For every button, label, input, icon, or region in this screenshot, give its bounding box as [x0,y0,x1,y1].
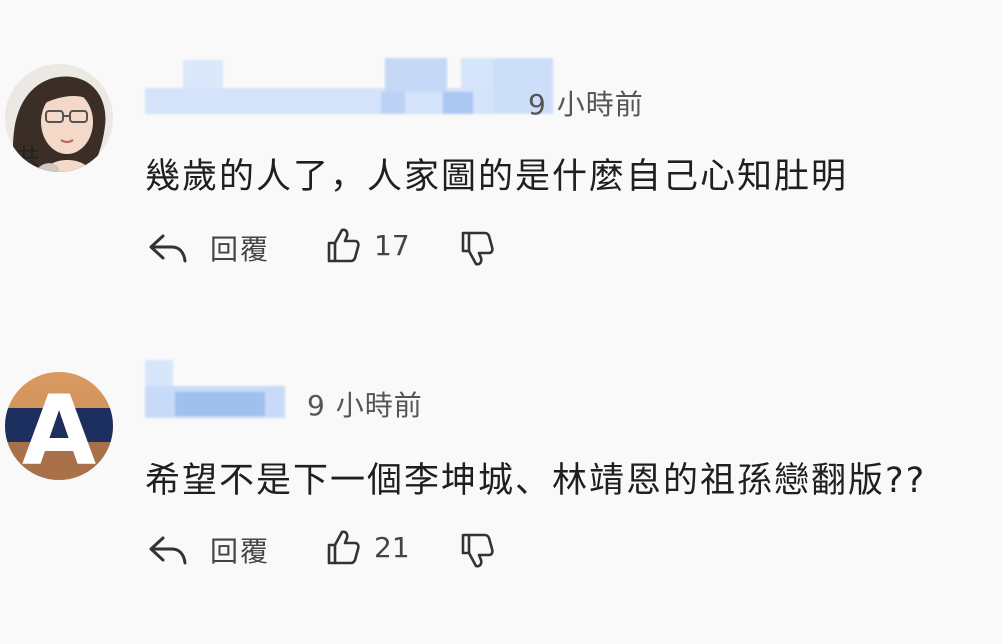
dislike-button[interactable] [460,532,494,570]
comment-timestamp: 9 小時前 [307,389,423,422]
reply-label: 回覆 [210,535,271,568]
thumbs-up-icon [327,228,360,263]
like-count: 21 [374,530,410,564]
svg-text:共: 共 [17,145,39,170]
avatar[interactable]: A [5,372,113,480]
comment-item: 共 9 小時前 幾歲的人了，人家圖的是什麼自己心知肚明 回覆 17 [0,0,1002,320]
username-redacted [145,360,295,418]
comment-text: 幾歲的人了，人家圖的是什麼自己心知肚明 [145,157,849,197]
like-button[interactable]: 21 [326,528,410,566]
thumbs-up-icon [327,530,360,565]
thumbs-down-icon [461,533,494,568]
avatar[interactable]: 共 [5,64,113,172]
reply-icon [149,536,187,565]
reply-icon [149,234,187,263]
avatar-letter: A [22,375,96,480]
like-button[interactable]: 17 [326,226,410,264]
comment-text: 希望不是下一個李坤城、林靖恩的祖孫戀翻版?? [145,461,927,501]
thumbs-down-icon [461,231,494,266]
reply-button[interactable]: 回覆 [148,228,270,268]
like-count: 17 [374,228,410,262]
woman-glasses-avatar-icon: 共 [5,64,113,172]
reply-label: 回覆 [210,233,271,266]
comment-timestamp: 9 小時前 [528,88,644,121]
reply-button[interactable]: 回覆 [148,530,270,570]
letter-a-avatar-icon: A [5,372,113,480]
comment-item: A 9 小時前 希望不是下一個李坤城、林靖恩的祖孫戀翻版?? 回覆 21 [0,320,1002,644]
dislike-button[interactable] [460,230,494,268]
username-redacted [145,58,553,116]
